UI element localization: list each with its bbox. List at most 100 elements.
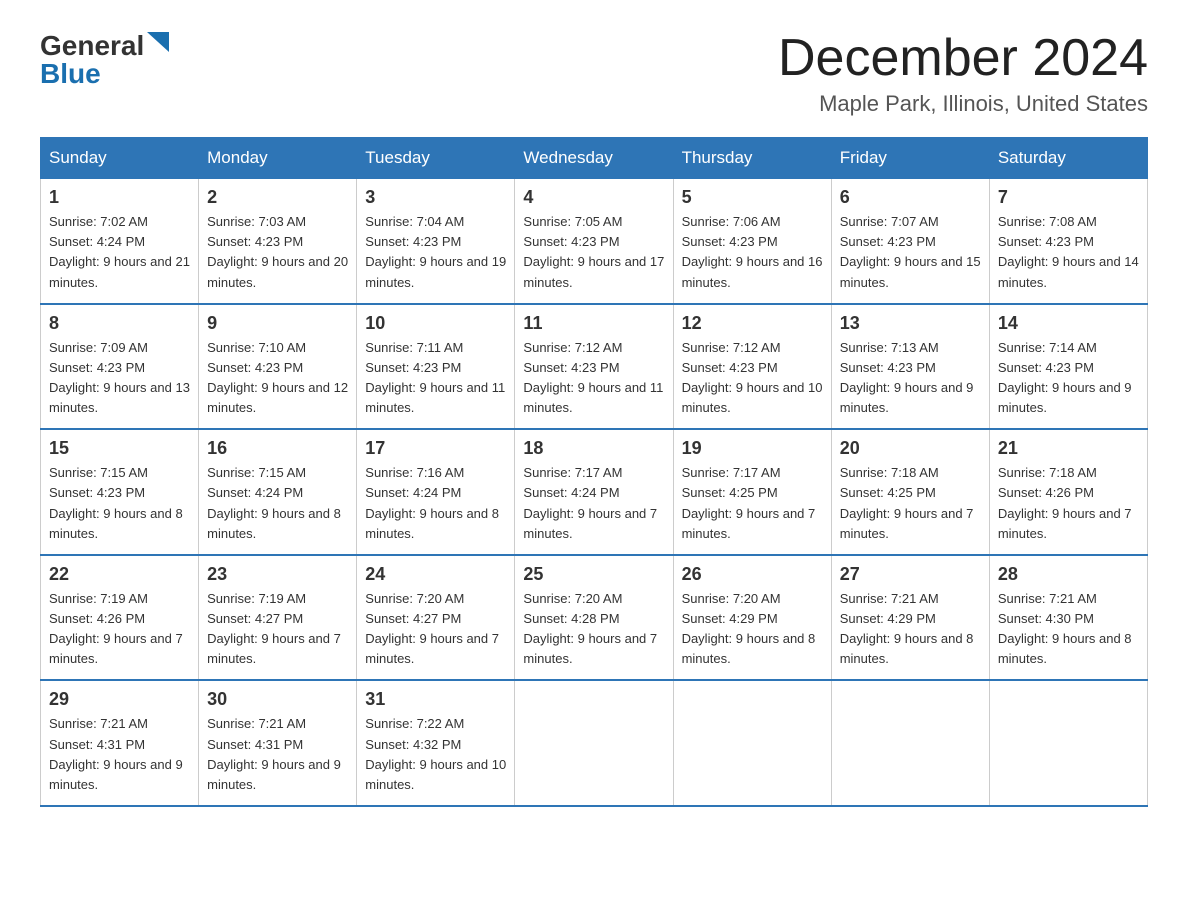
day-number: 23	[207, 564, 348, 585]
calendar-cell: 24 Sunrise: 7:20 AM Sunset: 4:27 PM Dayl…	[357, 555, 515, 681]
calendar-cell: 29 Sunrise: 7:21 AM Sunset: 4:31 PM Dayl…	[41, 680, 199, 806]
day-number: 30	[207, 689, 348, 710]
calendar-week-5: 29 Sunrise: 7:21 AM Sunset: 4:31 PM Dayl…	[41, 680, 1148, 806]
calendar-cell: 10 Sunrise: 7:11 AM Sunset: 4:23 PM Dayl…	[357, 304, 515, 430]
day-number: 31	[365, 689, 506, 710]
day-info: Sunrise: 7:06 AM Sunset: 4:23 PM Dayligh…	[682, 212, 823, 293]
logo-blue-text: Blue	[40, 58, 101, 90]
calendar-cell: 18 Sunrise: 7:17 AM Sunset: 4:24 PM Dayl…	[515, 429, 673, 555]
day-number: 17	[365, 438, 506, 459]
col-header-sunday: Sunday	[41, 138, 199, 179]
day-number: 20	[840, 438, 981, 459]
calendar-cell: 28 Sunrise: 7:21 AM Sunset: 4:30 PM Dayl…	[989, 555, 1147, 681]
day-info: Sunrise: 7:21 AM Sunset: 4:29 PM Dayligh…	[840, 589, 981, 670]
calendar-cell	[515, 680, 673, 806]
day-info: Sunrise: 7:20 AM Sunset: 4:27 PM Dayligh…	[365, 589, 506, 670]
header-row: SundayMondayTuesdayWednesdayThursdayFrid…	[41, 138, 1148, 179]
calendar-cell: 30 Sunrise: 7:21 AM Sunset: 4:31 PM Dayl…	[199, 680, 357, 806]
calendar-cell: 4 Sunrise: 7:05 AM Sunset: 4:23 PM Dayli…	[515, 179, 673, 304]
day-info: Sunrise: 7:18 AM Sunset: 4:26 PM Dayligh…	[998, 463, 1139, 544]
calendar-header: SundayMondayTuesdayWednesdayThursdayFrid…	[41, 138, 1148, 179]
calendar-week-2: 8 Sunrise: 7:09 AM Sunset: 4:23 PM Dayli…	[41, 304, 1148, 430]
day-number: 14	[998, 313, 1139, 334]
calendar-cell	[989, 680, 1147, 806]
day-info: Sunrise: 7:15 AM Sunset: 4:24 PM Dayligh…	[207, 463, 348, 544]
calendar-cell: 27 Sunrise: 7:21 AM Sunset: 4:29 PM Dayl…	[831, 555, 989, 681]
calendar-cell: 17 Sunrise: 7:16 AM Sunset: 4:24 PM Dayl…	[357, 429, 515, 555]
day-info: Sunrise: 7:20 AM Sunset: 4:29 PM Dayligh…	[682, 589, 823, 670]
day-info: Sunrise: 7:22 AM Sunset: 4:32 PM Dayligh…	[365, 714, 506, 795]
day-info: Sunrise: 7:08 AM Sunset: 4:23 PM Dayligh…	[998, 212, 1139, 293]
day-info: Sunrise: 7:15 AM Sunset: 4:23 PM Dayligh…	[49, 463, 190, 544]
day-number: 7	[998, 187, 1139, 208]
calendar-week-3: 15 Sunrise: 7:15 AM Sunset: 4:23 PM Dayl…	[41, 429, 1148, 555]
calendar-cell: 25 Sunrise: 7:20 AM Sunset: 4:28 PM Dayl…	[515, 555, 673, 681]
day-number: 19	[682, 438, 823, 459]
calendar-week-4: 22 Sunrise: 7:19 AM Sunset: 4:26 PM Dayl…	[41, 555, 1148, 681]
day-info: Sunrise: 7:21 AM Sunset: 4:31 PM Dayligh…	[207, 714, 348, 795]
page-header: General Blue December 2024 Maple Park, I…	[40, 30, 1148, 117]
col-header-wednesday: Wednesday	[515, 138, 673, 179]
calendar-cell: 16 Sunrise: 7:15 AM Sunset: 4:24 PM Dayl…	[199, 429, 357, 555]
calendar-cell: 12 Sunrise: 7:12 AM Sunset: 4:23 PM Dayl…	[673, 304, 831, 430]
day-info: Sunrise: 7:04 AM Sunset: 4:23 PM Dayligh…	[365, 212, 506, 293]
calendar-body: 1 Sunrise: 7:02 AM Sunset: 4:24 PM Dayli…	[41, 179, 1148, 806]
calendar-cell: 14 Sunrise: 7:14 AM Sunset: 4:23 PM Dayl…	[989, 304, 1147, 430]
calendar-cell: 3 Sunrise: 7:04 AM Sunset: 4:23 PM Dayli…	[357, 179, 515, 304]
day-number: 8	[49, 313, 190, 334]
day-info: Sunrise: 7:18 AM Sunset: 4:25 PM Dayligh…	[840, 463, 981, 544]
day-number: 9	[207, 313, 348, 334]
day-info: Sunrise: 7:17 AM Sunset: 4:25 PM Dayligh…	[682, 463, 823, 544]
logo: General Blue	[40, 30, 169, 90]
day-number: 12	[682, 313, 823, 334]
location-title: Maple Park, Illinois, United States	[778, 91, 1148, 117]
day-info: Sunrise: 7:09 AM Sunset: 4:23 PM Dayligh…	[49, 338, 190, 419]
day-info: Sunrise: 7:21 AM Sunset: 4:30 PM Dayligh…	[998, 589, 1139, 670]
col-header-saturday: Saturday	[989, 138, 1147, 179]
logo-triangle-icon	[147, 32, 169, 54]
day-number: 3	[365, 187, 506, 208]
title-block: December 2024 Maple Park, Illinois, Unit…	[778, 30, 1148, 117]
calendar-cell: 26 Sunrise: 7:20 AM Sunset: 4:29 PM Dayl…	[673, 555, 831, 681]
month-title: December 2024	[778, 30, 1148, 87]
calendar-cell: 13 Sunrise: 7:13 AM Sunset: 4:23 PM Dayl…	[831, 304, 989, 430]
day-info: Sunrise: 7:13 AM Sunset: 4:23 PM Dayligh…	[840, 338, 981, 419]
calendar-cell: 5 Sunrise: 7:06 AM Sunset: 4:23 PM Dayli…	[673, 179, 831, 304]
calendar-cell: 11 Sunrise: 7:12 AM Sunset: 4:23 PM Dayl…	[515, 304, 673, 430]
calendar-cell: 7 Sunrise: 7:08 AM Sunset: 4:23 PM Dayli…	[989, 179, 1147, 304]
day-number: 28	[998, 564, 1139, 585]
day-number: 11	[523, 313, 664, 334]
calendar-cell: 1 Sunrise: 7:02 AM Sunset: 4:24 PM Dayli…	[41, 179, 199, 304]
calendar-cell: 8 Sunrise: 7:09 AM Sunset: 4:23 PM Dayli…	[41, 304, 199, 430]
day-info: Sunrise: 7:02 AM Sunset: 4:24 PM Dayligh…	[49, 212, 190, 293]
day-info: Sunrise: 7:03 AM Sunset: 4:23 PM Dayligh…	[207, 212, 348, 293]
calendar-cell: 2 Sunrise: 7:03 AM Sunset: 4:23 PM Dayli…	[199, 179, 357, 304]
calendar-cell	[673, 680, 831, 806]
calendar-week-1: 1 Sunrise: 7:02 AM Sunset: 4:24 PM Dayli…	[41, 179, 1148, 304]
day-number: 1	[49, 187, 190, 208]
day-number: 10	[365, 313, 506, 334]
day-info: Sunrise: 7:05 AM Sunset: 4:23 PM Dayligh…	[523, 212, 664, 293]
calendar-cell: 6 Sunrise: 7:07 AM Sunset: 4:23 PM Dayli…	[831, 179, 989, 304]
day-number: 25	[523, 564, 664, 585]
day-info: Sunrise: 7:11 AM Sunset: 4:23 PM Dayligh…	[365, 338, 506, 419]
day-number: 22	[49, 564, 190, 585]
day-info: Sunrise: 7:20 AM Sunset: 4:28 PM Dayligh…	[523, 589, 664, 670]
day-info: Sunrise: 7:21 AM Sunset: 4:31 PM Dayligh…	[49, 714, 190, 795]
col-header-tuesday: Tuesday	[357, 138, 515, 179]
day-number: 26	[682, 564, 823, 585]
day-info: Sunrise: 7:17 AM Sunset: 4:24 PM Dayligh…	[523, 463, 664, 544]
day-number: 27	[840, 564, 981, 585]
day-number: 2	[207, 187, 348, 208]
day-number: 29	[49, 689, 190, 710]
day-info: Sunrise: 7:07 AM Sunset: 4:23 PM Dayligh…	[840, 212, 981, 293]
day-info: Sunrise: 7:14 AM Sunset: 4:23 PM Dayligh…	[998, 338, 1139, 419]
day-info: Sunrise: 7:12 AM Sunset: 4:23 PM Dayligh…	[682, 338, 823, 419]
day-info: Sunrise: 7:12 AM Sunset: 4:23 PM Dayligh…	[523, 338, 664, 419]
day-number: 6	[840, 187, 981, 208]
calendar-cell: 19 Sunrise: 7:17 AM Sunset: 4:25 PM Dayl…	[673, 429, 831, 555]
col-header-friday: Friday	[831, 138, 989, 179]
calendar-table: SundayMondayTuesdayWednesdayThursdayFrid…	[40, 137, 1148, 807]
day-info: Sunrise: 7:19 AM Sunset: 4:26 PM Dayligh…	[49, 589, 190, 670]
calendar-cell: 22 Sunrise: 7:19 AM Sunset: 4:26 PM Dayl…	[41, 555, 199, 681]
